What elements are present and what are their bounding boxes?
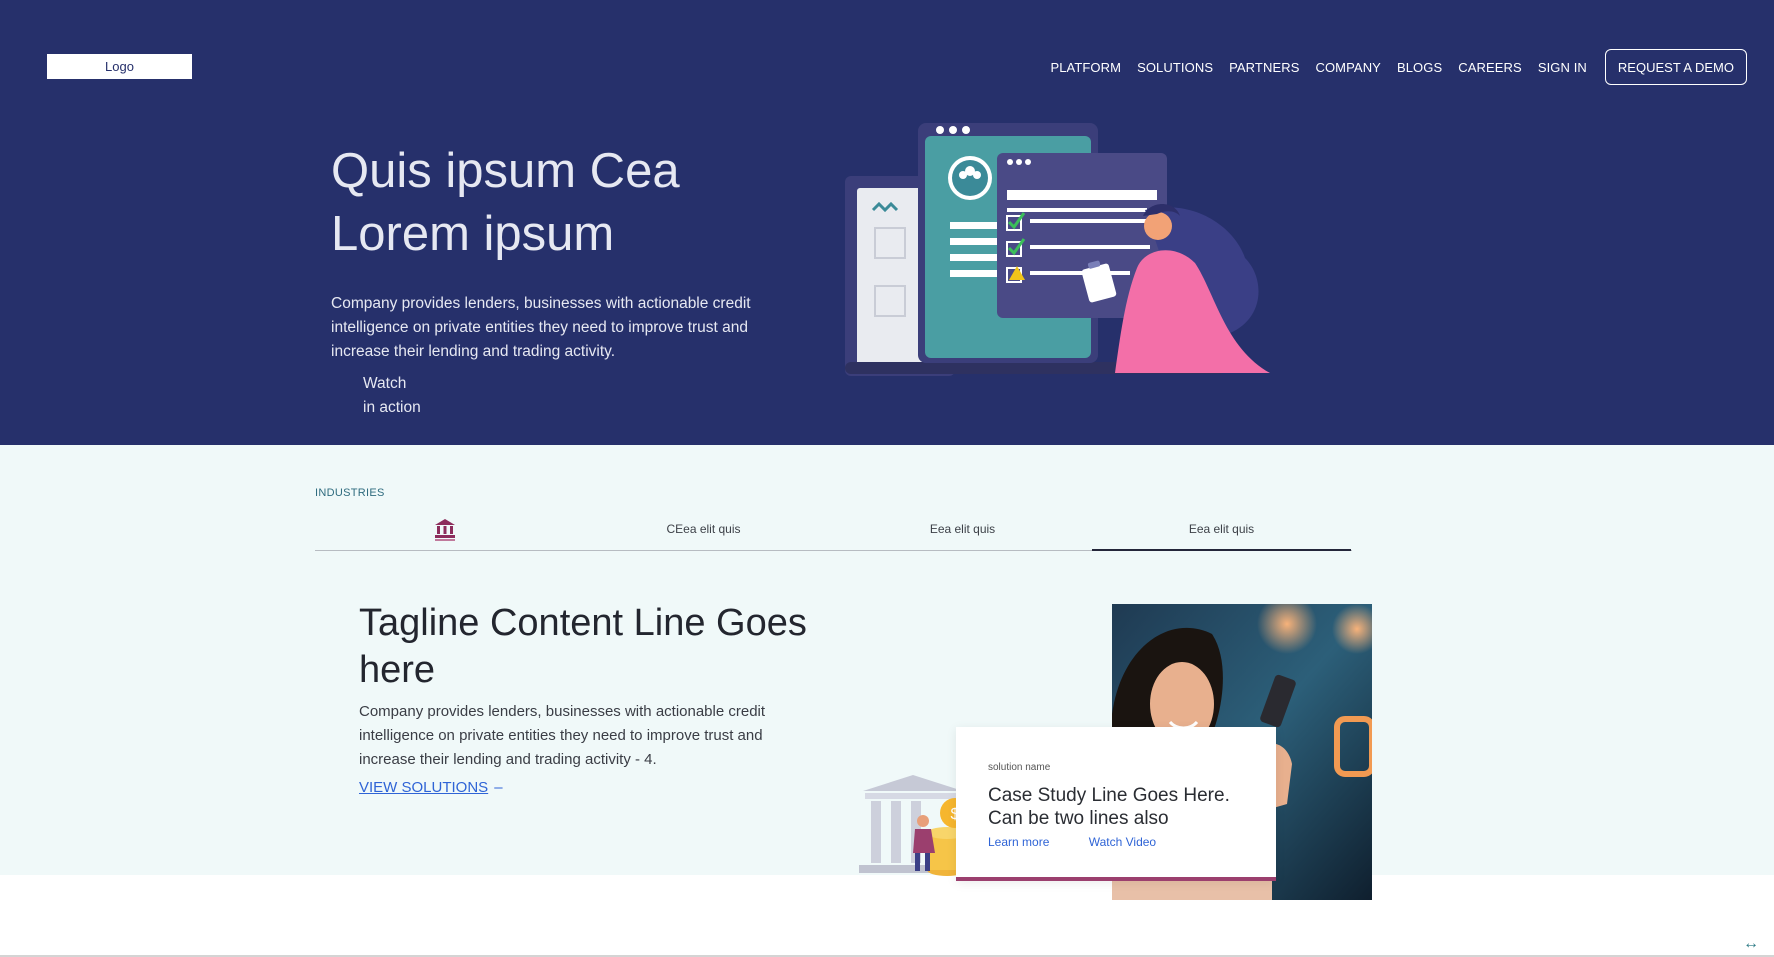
nav-company[interactable]: COMPANY (1315, 60, 1380, 75)
hero-section: Logo PLATFORM SOLUTIONS PARTNERS COMPANY… (0, 0, 1774, 445)
logo[interactable]: Logo (47, 54, 192, 79)
case-study-title: Case Study Line Goes Here. Can be two li… (988, 785, 1230, 829)
solution-name: solution name (988, 762, 1051, 773)
tab-industry-2[interactable]: CEea elit quis (574, 509, 833, 550)
nav-sign-in[interactable]: SIGN IN (1538, 60, 1587, 75)
case-links: Learn more Watch Video (988, 835, 1192, 849)
learn-more-link[interactable]: Learn more (988, 835, 1049, 849)
hero-title-line1: Quis ipsum Cea (331, 144, 680, 198)
view-solutions-label: VIEW SOLUTIONS (359, 779, 489, 796)
hero-illustration (845, 123, 1270, 376)
bank-icon (434, 519, 455, 541)
industries-section: INDUSTRIES CEea elit quis Eea elit quis … (0, 445, 1774, 900)
watch-line1: Watch (363, 375, 407, 392)
industries-label: INDUSTRIES (315, 487, 385, 499)
tab-industry-4[interactable]: Eea elit quis (1092, 509, 1351, 551)
hero-description: Company provides lenders, businesses wit… (331, 295, 751, 360)
watch-in-action-link[interactable]: Watch in action (363, 372, 421, 420)
top-nav: PLATFORM SOLUTIONS PARTNERS COMPANY BLOG… (1050, 49, 1747, 85)
dash-icon: – (494, 779, 503, 796)
watch-video-link[interactable]: Watch Video (1089, 835, 1156, 849)
hero-title-line2: Lorem ipsum (331, 207, 615, 261)
tagline-heading: Tagline Content Line Goes here (359, 602, 807, 691)
case-study-card: solution name Case Study Line Goes Here.… (956, 727, 1276, 881)
industry-tabs: CEea elit quis Eea elit quis Eea elit qu… (315, 509, 1352, 551)
nav-blogs[interactable]: BLOGS (1397, 60, 1442, 75)
industry-description: Company provides lenders, businesses wit… (359, 703, 766, 768)
hero-title: Quis ipsum Cea Lorem ipsum (331, 140, 771, 266)
request-demo-button[interactable]: REQUEST A DEMO (1604, 49, 1747, 85)
nav-platform[interactable]: PLATFORM (1050, 60, 1121, 75)
nav-careers[interactable]: CAREERS (1458, 60, 1522, 75)
nav-partners[interactable]: PARTNERS (1229, 60, 1299, 75)
tab-bank[interactable] (315, 509, 574, 550)
nav-solutions[interactable]: SOLUTIONS (1137, 60, 1213, 75)
watch-line2: in action (363, 399, 421, 416)
view-solutions-link[interactable]: VIEW SOLUTIONS – (359, 779, 503, 796)
expand-arrows-icon[interactable]: ↔ (1743, 935, 1759, 953)
tab-industry-3[interactable]: Eea elit quis (833, 509, 1092, 550)
